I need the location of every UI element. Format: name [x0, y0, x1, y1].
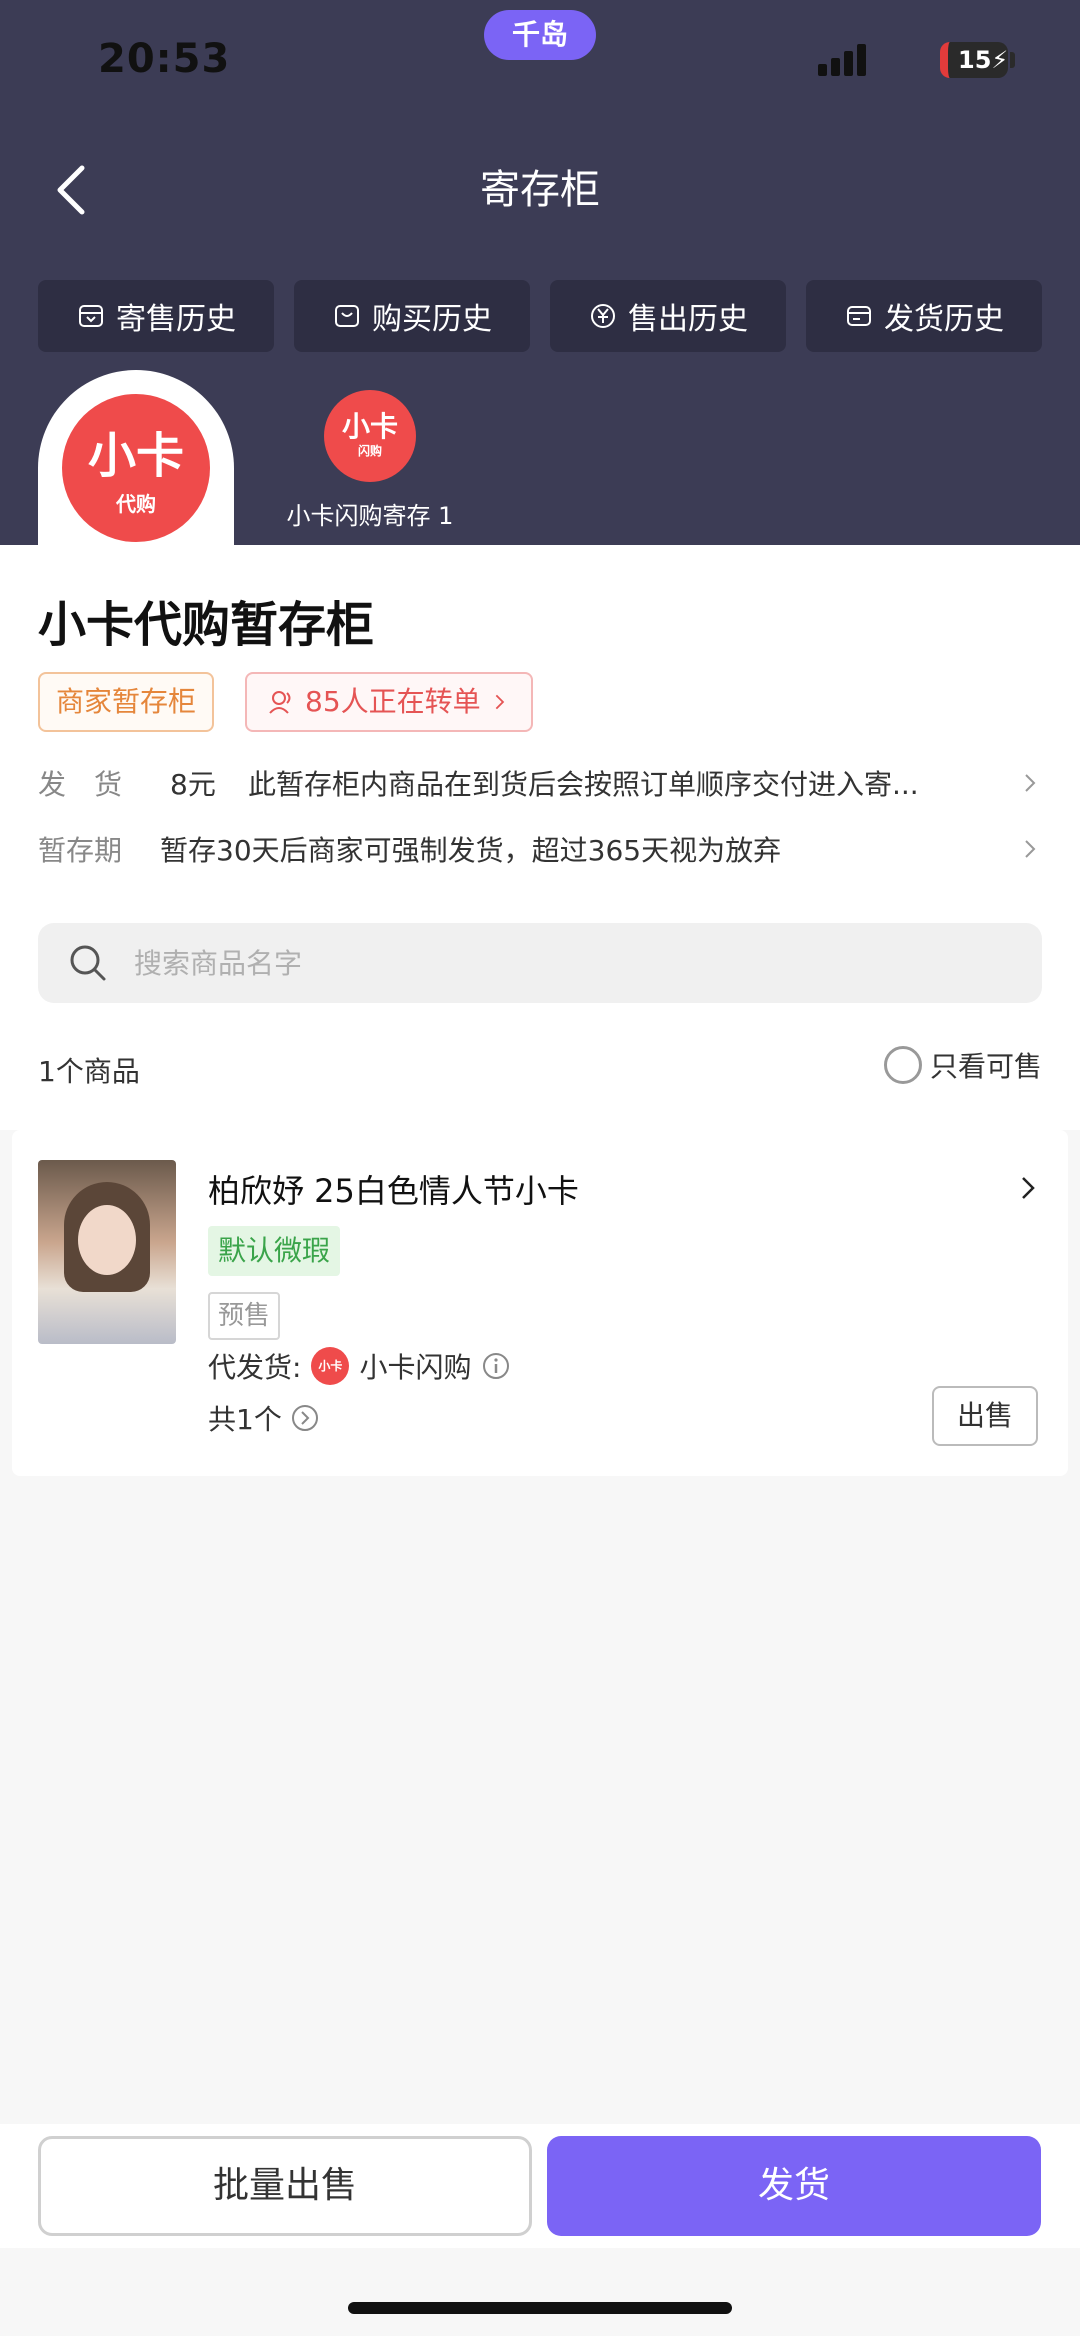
storage-period-row[interactable]: 暂存期 暂存30天后商家可强制发货，超过365天视为放弃: [38, 829, 1042, 873]
store-logo: 小卡 代购: [62, 394, 210, 542]
tab-label: 购买历史: [372, 302, 492, 337]
chevron-right-icon: [1025, 840, 1036, 858]
storage-period-description: 暂存30天后商家可强制发货，超过365天视为放弃: [160, 834, 782, 867]
transfer-count-label: 85人正在转单: [305, 685, 481, 718]
box-out-icon: [79, 305, 103, 327]
store-title: 小卡代购暂存柜: [38, 597, 375, 653]
ship-by-logo: 小卡: [311, 1347, 350, 1385]
store-chip-flash[interactable]: 小卡 闪购 小卡闪购寄存 1: [270, 390, 470, 531]
ship-by-label: 代发货:: [208, 1351, 302, 1384]
nav-bar: 寄存柜: [0, 140, 1080, 240]
store-info-section: 小卡代购暂存柜 商家暂存柜 85人正在转单 发 货 8元 此暂存柜内商品在到货后…: [0, 545, 1080, 1130]
users-icon: [269, 691, 291, 714]
chevron-right-icon: [495, 694, 504, 710]
status-bar: 20:53 千岛 15⚡: [0, 0, 1080, 120]
tab-label: 售出历史: [628, 302, 748, 337]
store-chip-label: 小卡闪购寄存 1: [286, 502, 454, 530]
transfer-count-tag[interactable]: 85人正在转单: [245, 672, 533, 732]
search-icon: [70, 945, 106, 981]
shipping-info-row[interactable]: 发 货 8元 此暂存柜内商品在到货后会按照订单顺序交付进入寄...: [38, 763, 1042, 807]
yen-icon: [591, 304, 615, 328]
battery-tip: [1010, 52, 1015, 68]
search-input[interactable]: [134, 923, 1014, 1003]
chevron-right-icon: [1025, 774, 1036, 792]
radio-button[interactable]: [883, 1046, 922, 1084]
product-card[interactable]: 柏欣妤 25白色情人节小卡 默认微瑕 预售 代发货: 小卡 小卡闪购 共1个 出…: [12, 1130, 1068, 1476]
ship-button[interactable]: 发货: [547, 2136, 1041, 2236]
status-time: 20:53: [98, 36, 231, 82]
tab-consign-history[interactable]: 寄售历史: [38, 280, 274, 352]
store-logo-frame: 小卡 代购: [38, 370, 234, 570]
product-thumbnail: [38, 1160, 176, 1344]
merchant-locker-tag: 商家暂存柜: [38, 672, 215, 732]
defect-tag: 默认微瑕: [208, 1226, 341, 1276]
shipping-fee: 8元: [170, 768, 216, 801]
storage-period-label: 暂存期: [38, 834, 123, 867]
product-name: 柏欣妤 25白色情人节小卡: [208, 1172, 579, 1210]
store-logo-sub: 代购: [116, 492, 156, 516]
tab-purchase-history[interactable]: 购买历史: [294, 280, 530, 352]
flash-logo-sub: 闪购: [357, 444, 382, 458]
quantity-label: 共1个: [208, 1403, 282, 1436]
tab-ship-history[interactable]: 发货历史: [806, 280, 1042, 352]
battery-level: 15: [958, 46, 992, 74]
bulk-sell-button[interactable]: 批量出售: [38, 2136, 532, 2236]
thumbnail-face: [78, 1205, 136, 1275]
page-title: 寄存柜: [480, 167, 600, 213]
ship-by-name: 小卡闪购: [359, 1351, 472, 1384]
home-indicator: [348, 2302, 732, 2314]
circle-chevron-icon: [291, 1405, 318, 1431]
flash-logo-main: 小卡: [341, 410, 398, 443]
tab-sold-history[interactable]: 售出历史: [550, 280, 786, 352]
item-count: 1个商品: [38, 1055, 140, 1088]
bottom-action-bar: 批量出售 发货: [0, 2124, 1080, 2248]
only-sellable-toggle[interactable]: 只看可售: [883, 1045, 1042, 1085]
history-tabs: 寄售历史 购买历史 售出历史 发货历史: [38, 280, 1042, 352]
only-sellable-label: 只看可售: [929, 1050, 1042, 1083]
presale-tag: 预售: [208, 1292, 281, 1340]
info-icon[interactable]: [481, 1351, 511, 1381]
search-box: [38, 923, 1042, 1003]
shipping-label: 发 货: [38, 768, 123, 801]
shipping-description: 此暂存柜内商品在到货后会按照订单顺序交付进入寄...: [248, 768, 919, 801]
signal-icon: [818, 44, 870, 76]
bag-icon: [335, 305, 359, 327]
tab-label: 寄售历史: [116, 302, 236, 337]
ship-by-row: 代发货: 小卡 小卡闪购: [208, 1344, 511, 1388]
chevron-right-icon[interactable]: [1014, 1174, 1042, 1202]
sell-button[interactable]: 出售: [932, 1386, 1038, 1446]
quantity-row[interactable]: 共1个: [208, 1398, 320, 1438]
store-logo-main: 小卡: [87, 428, 184, 484]
tab-label: 发货历史: [884, 302, 1004, 337]
battery-icon: 15⚡: [940, 42, 1008, 78]
dynamic-island-badge: 千岛: [484, 10, 596, 60]
flash-store-logo: 小卡 闪购: [324, 390, 416, 482]
card-icon: [847, 306, 871, 326]
